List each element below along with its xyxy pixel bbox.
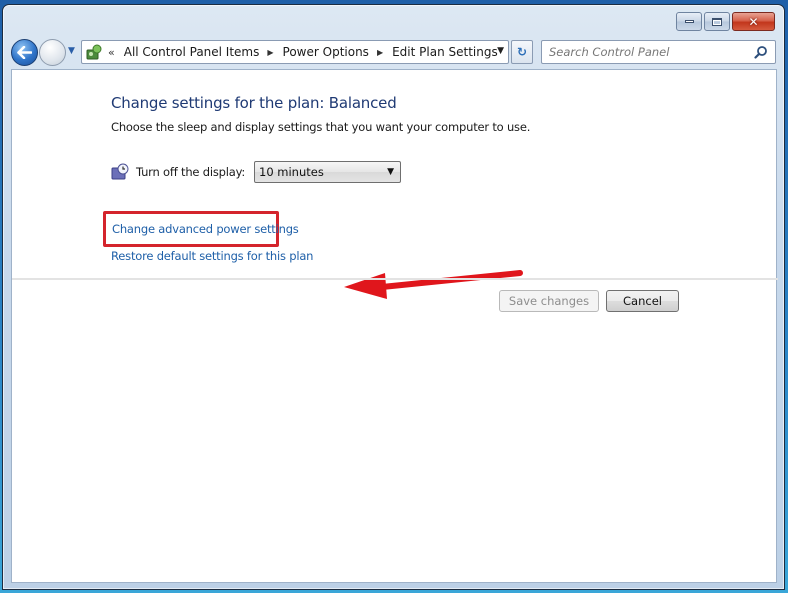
control-panel-icon — [85, 43, 103, 61]
close-icon: ✕ — [748, 14, 759, 29]
recent-pages-button[interactable]: ▼ — [68, 46, 78, 56]
divider — [12, 278, 778, 280]
change-advanced-power-settings-link[interactable]: Change advanced power settings — [112, 222, 299, 236]
forward-button[interactable] — [39, 39, 66, 66]
address-bar[interactable]: « All Control Panel Items ▶ Power Option… — [81, 40, 509, 64]
cancel-button[interactable]: Cancel — [606, 290, 679, 312]
maximize-icon — [712, 17, 722, 26]
content-pane: Change settings for the plan: Balanced C… — [11, 69, 778, 583]
breadcrumb-power-options[interactable]: Power Options — [283, 45, 369, 59]
page-subtitle: Choose the sleep and display settings th… — [111, 120, 531, 134]
selected-value: 10 minutes — [259, 165, 324, 179]
chevron-down-icon: ▼ — [387, 167, 394, 177]
overflow-crumb-button[interactable]: « — [108, 46, 115, 59]
breadcrumb-all-control-panel-items[interactable]: All Control Panel Items — [124, 45, 260, 59]
breadcrumb-separator-icon[interactable]: ▶ — [377, 48, 383, 57]
page-title: Change settings for the plan: Balanced — [111, 94, 397, 112]
close-button[interactable]: ✕ — [732, 12, 775, 31]
turn-off-display-select[interactable]: 10 minutes ▼ — [254, 161, 401, 183]
minimize-button[interactable] — [676, 12, 702, 31]
navigation-bar: ▼ « All Control Panel Items ▶ Power Opti… — [11, 38, 776, 66]
breadcrumb-edit-plan-settings[interactable]: Edit Plan Settings — [392, 45, 498, 59]
save-changes-button[interactable]: Save changes — [499, 290, 599, 312]
refresh-icon: ↻ — [516, 45, 528, 59]
back-arrow-icon — [17, 46, 32, 59]
display-timer-icon — [111, 163, 129, 180]
search-input[interactable] — [549, 45, 749, 59]
breadcrumb-separator-icon[interactable]: ▶ — [267, 48, 273, 57]
turn-off-display-label: Turn off the display: — [136, 165, 246, 179]
refresh-button[interactable]: ↻ — [511, 40, 533, 64]
maximize-button[interactable] — [704, 12, 730, 31]
search-icon[interactable] — [754, 45, 768, 59]
turn-off-display-row: Turn off the display: 10 minutes ▼ — [111, 161, 401, 183]
minimize-icon — [684, 20, 694, 23]
address-dropdown-icon[interactable]: ▼ — [497, 46, 504, 56]
highlight-box: Change advanced power settings — [103, 211, 299, 247]
search-box — [541, 40, 776, 64]
power-options-window: ✕ ▼ « All Control Panel Items ▶ Power Op… — [2, 4, 785, 590]
back-button[interactable] — [11, 39, 38, 66]
caption-buttons: ✕ — [676, 12, 775, 31]
chevron-down-icon: ▼ — [68, 46, 75, 56]
restore-default-settings-link[interactable]: Restore default settings for this plan — [111, 249, 313, 263]
